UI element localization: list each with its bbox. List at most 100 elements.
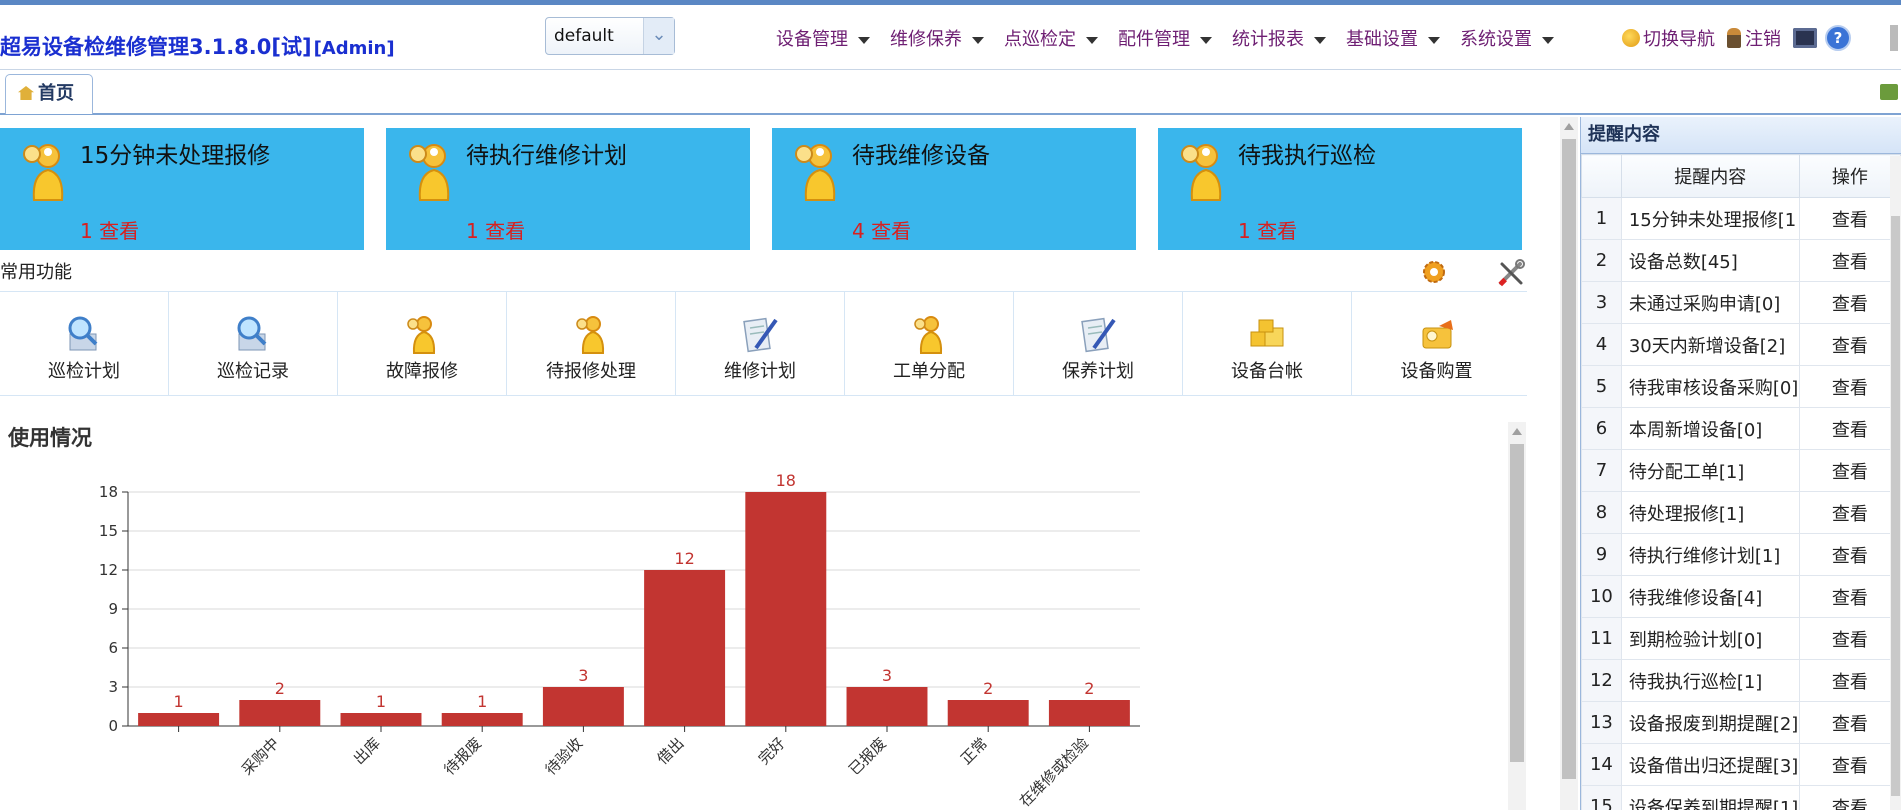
common-functions-row: 巡检计划 巡检记录 故障报修 待报修处理 维修计划 工单分配 保养计划 设备台帐… [0, 291, 1527, 396]
chart-panel-scrollbar[interactable] [1508, 422, 1526, 810]
gear-icon[interactable] [1420, 258, 1448, 286]
chevron-down-icon: ⌄ [643, 18, 674, 54]
menu-system-settings[interactable]: 系统设置 [1460, 25, 1554, 51]
row-number: 2 [1581, 239, 1622, 282]
view-link[interactable]: 查看 [1798, 407, 1901, 450]
reminder-content-cell: 待我维修设备[4] [1620, 575, 1800, 618]
menu-inspection[interactable]: 点巡检定 [1004, 25, 1098, 51]
tab-strip: 首页 [0, 70, 1901, 115]
view-link[interactable]: 查看 [1798, 701, 1901, 744]
scrollbar-thumb[interactable] [1510, 444, 1524, 762]
monitor-icon[interactable] [1793, 28, 1817, 48]
func-inspection-record[interactable]: 巡检记录 [169, 292, 338, 395]
view-link[interactable]: 查看 [1798, 533, 1901, 576]
view-link[interactable]: 查看 [1798, 281, 1901, 324]
tab-home[interactable]: 首页 [5, 74, 93, 114]
scheme-select[interactable]: default ⌄ [545, 17, 675, 55]
func-label: 保养计划 [1062, 361, 1134, 382]
scrollbar-thumb[interactable] [1891, 216, 1900, 796]
func-equipment-purchase[interactable]: 设备购置 [1352, 292, 1521, 395]
top-right-actions: 切换导航 注销 ? [1622, 25, 1851, 51]
card-my-inspection: 待我执行巡检 1 查看 [1158, 128, 1522, 250]
menu-label: 维修保养 [890, 29, 962, 50]
usage-title: 使用情况 [8, 426, 92, 450]
reminder-content-cell: 待我执行巡检[1] [1620, 659, 1800, 702]
help-icon[interactable]: ? [1825, 25, 1851, 51]
table-row: 2 设备总数[45] 查看 [1581, 239, 1901, 282]
menu-basic-settings[interactable]: 基础设置 [1346, 25, 1440, 51]
row-number: 1 [1581, 197, 1622, 240]
bar-value-label: 3 [882, 666, 892, 685]
view-link[interactable]: 查看 [1798, 659, 1901, 702]
func-inspection-plan[interactable]: 巡检计划 [0, 292, 169, 395]
usage-bar-chart: 036912151812采购中1出库1待报废3待验收12借出18完好3已报废2正… [99, 471, 1140, 810]
view-link[interactable]: 查看 [1798, 743, 1901, 786]
view-link[interactable]: 查看 [1798, 365, 1901, 408]
caret-down-icon [1200, 36, 1212, 44]
main-menu: 设备管理 维修保养 点巡检定 配件管理 统计报表 基础设置 系统设置 [776, 25, 1574, 51]
table-row: 5 待我审核设备采购[0] 查看 [1581, 365, 1901, 408]
bar [239, 700, 321, 726]
reminder-content-cell: 到期检验计划[0] [1620, 617, 1800, 660]
func-work-order[interactable]: 工单分配 [845, 292, 1014, 395]
menu-label: 基础设置 [1346, 29, 1418, 50]
view-link[interactable]: 查看 [1798, 785, 1901, 810]
reminder-table: 提醒内容 操作 1 15分钟未处理报修[1] 查看 2 设备总数[45] 查看 3 未通过采购… [1581, 154, 1901, 810]
func-label: 设备购置 [1400, 361, 1473, 382]
bar [745, 492, 827, 726]
reminder-content: 待执行维修计划[1] [1628, 545, 1781, 567]
card-view-link[interactable]: 1 查看 [1238, 215, 1297, 244]
view-link[interactable]: 查看 [1798, 197, 1901, 240]
scrollbar-thumb[interactable] [1562, 139, 1576, 779]
view-link[interactable]: 查看 [1798, 491, 1901, 534]
tab-home-label: 首页 [38, 83, 74, 104]
row-number: 13 [1581, 701, 1622, 744]
reminder-panel: 提醒内容 提醒内容 操作 1 15分钟未处理报修[1] 查看 2 设备总数[45] 查看 3… [1580, 117, 1901, 810]
switch-nav-link[interactable]: 切换导航 [1622, 25, 1715, 51]
y-tick-label: 15 [99, 522, 118, 540]
reminder-content-cell: 设备借出归还提醒[3] [1620, 743, 1800, 786]
main-scrollbar[interactable] [1560, 117, 1578, 810]
row-number: 12 [1581, 659, 1622, 702]
reminder-content-cell: 设备总数[45] [1620, 239, 1800, 282]
reminder-scrollbar[interactable] [1890, 156, 1901, 810]
menu-label: 设备管理 [776, 29, 848, 50]
worker-icon [914, 316, 943, 354]
func-fault-report[interactable]: 故障报修 [338, 292, 507, 395]
row-number: 8 [1581, 491, 1622, 534]
column-header-content[interactable]: 提醒内容 [1620, 154, 1800, 198]
reminder-content: 设备保养到期提醒[1] [1628, 797, 1797, 810]
card-view-link[interactable]: 4 查看 [852, 215, 911, 244]
menu-parts[interactable]: 配件管理 [1118, 25, 1212, 51]
row-number-header [1581, 154, 1622, 198]
view-link[interactable]: 查看 [1798, 575, 1901, 618]
view-link[interactable]: 查看 [1798, 323, 1901, 366]
home-icon [18, 86, 34, 100]
view-link[interactable]: 查看 [1798, 449, 1901, 492]
card-view-link[interactable]: 1 查看 [80, 215, 139, 244]
scroll-up-icon[interactable] [1564, 123, 1574, 130]
func-repair-plan[interactable]: 维修计划 [676, 292, 845, 395]
menu-maintenance[interactable]: 维修保养 [890, 25, 984, 51]
worker-icon [409, 144, 450, 201]
bar-value-label: 3 [578, 666, 588, 685]
card-view-link[interactable]: 1 查看 [466, 215, 525, 244]
scroll-up-icon[interactable] [1512, 428, 1522, 435]
func-maintenance-plan[interactable]: 保养计划 [1014, 292, 1183, 395]
reminder-content-cell: 待处理报修[1] [1620, 491, 1800, 534]
func-label: 故障报修 [386, 361, 458, 382]
bar-value-label: 2 [275, 679, 285, 698]
card-title: 15分钟未处理报修 [80, 143, 271, 169]
reminder-content: 本周新增设备[0] [1628, 419, 1763, 441]
menu-equipment[interactable]: 设备管理 [776, 25, 870, 51]
menu-reports[interactable]: 统计报表 [1232, 25, 1326, 51]
row-number: 9 [1581, 533, 1622, 576]
tools-icon[interactable] [1496, 258, 1526, 288]
tab-menu-icon[interactable] [1880, 84, 1898, 100]
view-link[interactable]: 查看 [1798, 617, 1901, 660]
column-header-action[interactable]: 操作 [1798, 154, 1901, 198]
view-link[interactable]: 查看 [1798, 239, 1901, 282]
func-equipment-ledger[interactable]: 设备台帐 [1183, 292, 1352, 395]
func-pending-repair[interactable]: 待报修处理 [507, 292, 676, 395]
logout-link[interactable]: 注销 [1727, 25, 1781, 51]
